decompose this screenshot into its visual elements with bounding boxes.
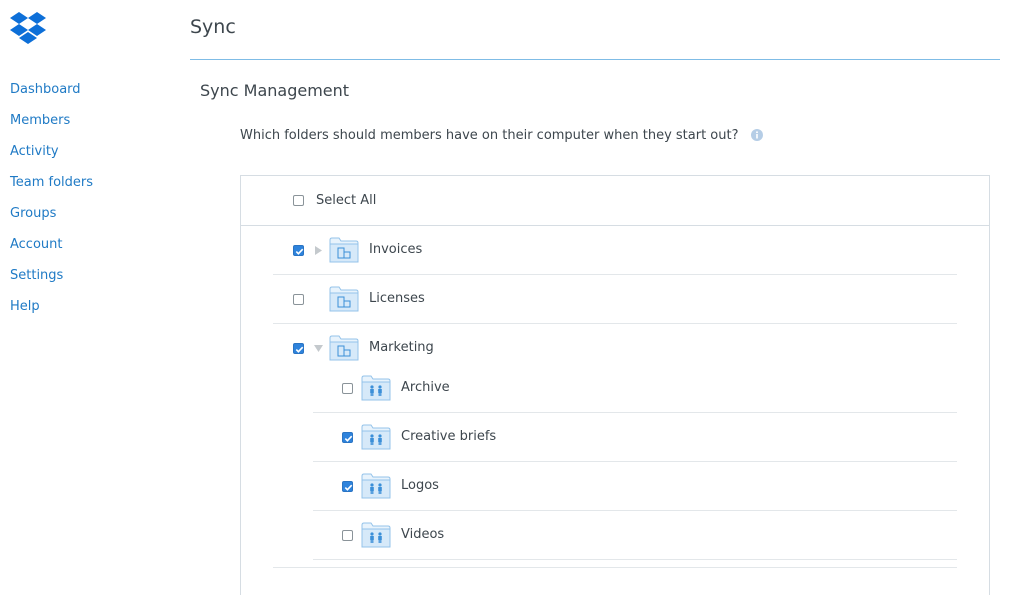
sidebar-item-groups[interactable]: Groups [10,204,170,235]
select-all-label: Select All [316,193,377,208]
logos-checkbox[interactable] [342,481,353,492]
folder-row-invoices[interactable]: Invoices [273,226,957,275]
sidebar-item-activity[interactable]: Activity [10,142,170,173]
invoices-checkbox[interactable] [293,245,304,256]
sidebar-nav: Dashboard Members Activity Team folders … [10,80,170,328]
sidebar-item-account[interactable]: Account [10,235,170,266]
sidebar-item-dashboard[interactable]: Dashboard [10,80,170,111]
group-divider [273,567,957,568]
subfolder-row-videos[interactable]: Videos [313,511,957,560]
section-title: Sync Management [200,81,350,100]
dropbox-logo-icon[interactable] [8,10,48,44]
info-icon[interactable] [750,129,763,141]
team-folder-icon [329,237,359,263]
licenses-checkbox[interactable] [293,294,304,305]
shared-folder-icon [361,473,391,499]
collapse-caret-icon[interactable] [313,344,324,353]
sidebar-item-team-folders[interactable]: Team folders [10,173,170,204]
subfolder-row-archive[interactable]: Archive [313,364,957,413]
select-all-row: Select All [241,176,989,226]
shared-folder-icon [361,375,391,401]
shared-folder-icon [361,522,391,548]
folder-label-marketing: Marketing [369,340,434,355]
page-title: Sync [190,16,236,38]
folder-label-invoices: Invoices [369,242,423,257]
team-folder-icon [329,286,359,312]
marketing-checkbox[interactable] [293,343,304,354]
subfolder-row-logos[interactable]: Logos [313,462,957,511]
archive-checkbox[interactable] [342,383,353,394]
expand-caret-icon[interactable] [314,245,323,256]
sidebar-item-members[interactable]: Members [10,111,170,142]
folder-label-archive: Archive [401,380,450,395]
folder-label-logos: Logos [401,478,439,493]
title-divider [190,59,1000,60]
sync-question-text: Which folders should members have on the… [240,128,739,143]
folder-label-videos: Videos [401,527,445,542]
sync-question: Which folders should members have on the… [240,127,763,145]
select-all-checkbox[interactable] [293,195,304,206]
sidebar-item-help[interactable]: Help [10,297,170,328]
creative-briefs-checkbox[interactable] [342,432,353,443]
videos-checkbox[interactable] [342,530,353,541]
folder-selection-panel: Select All Invoices Licenses Marketing A… [240,175,990,595]
folder-label-creative-briefs: Creative briefs [401,429,497,444]
shared-folder-icon [361,424,391,450]
folder-row-licenses[interactable]: Licenses [273,275,957,324]
subfolder-row-creative-briefs[interactable]: Creative briefs [313,413,957,462]
folder-label-licenses: Licenses [369,291,425,306]
team-folder-icon [329,335,359,361]
sidebar-item-settings[interactable]: Settings [10,266,170,297]
